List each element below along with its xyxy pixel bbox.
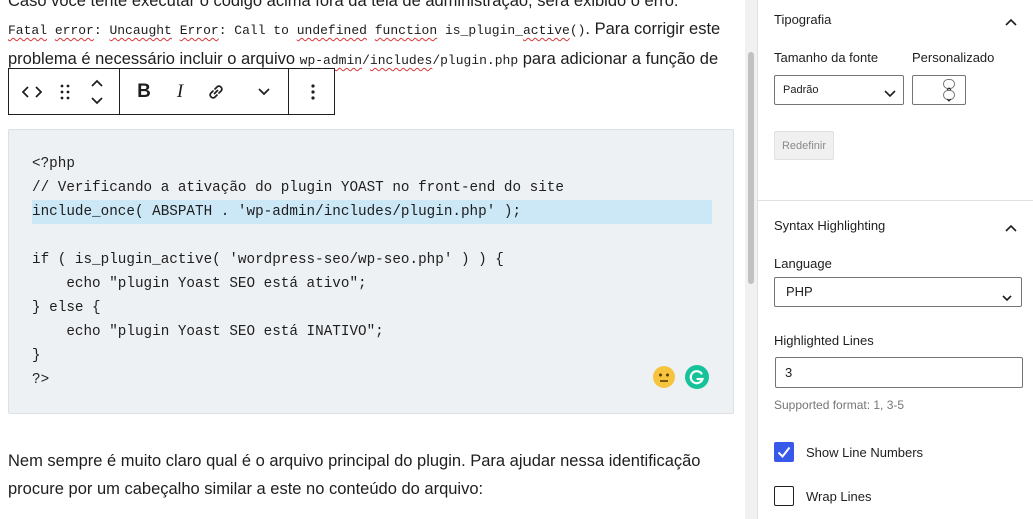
code-line: } — [32, 348, 41, 364]
code-line: <?php — [32, 156, 75, 172]
checkmark-icon — [777, 446, 791, 459]
inline-code: / — [362, 53, 370, 68]
paragraph-text: para adicionar a função de — [518, 50, 719, 68]
code-line: // Verificando a ativação do plugin YOAS… — [32, 180, 564, 196]
paragraph-block[interactable]: Nem sempre é muito claro qual é o arquiv… — [8, 447, 738, 503]
code-block[interactable]: <?php // Verificando a ativação do plugi… — [8, 129, 734, 414]
code-lines[interactable]: <?php // Verificando a ativação do plugi… — [32, 152, 712, 392]
language-label: Language — [774, 256, 832, 271]
code-line: ?> — [32, 372, 50, 388]
code-line: } else { — [32, 300, 101, 316]
paragraph-text: . Para corrigir este — [585, 20, 721, 38]
block-toolbar: B I — [8, 68, 335, 115]
toolbar-group-format: B I — [120, 69, 289, 114]
chevron-down-icon — [1001, 286, 1013, 314]
editor-canvas[interactable]: Caso você tente executar o código acima … — [0, 0, 745, 519]
bold-button[interactable]: B — [120, 69, 168, 114]
inline-code: includes — [369, 53, 433, 68]
wrap-lines-label[interactable]: Wrap Lines — [806, 489, 872, 504]
link-icon[interactable] — [192, 69, 240, 114]
scrollbar-thumb[interactable] — [748, 52, 754, 284]
editor-scrollbar[interactable] — [745, 0, 757, 519]
more-vertical-icon[interactable] — [289, 69, 337, 114]
inline-code: /plugin.php — [432, 53, 519, 68]
show-line-numbers-checkbox[interactable] — [774, 442, 794, 462]
show-line-numbers-label[interactable]: Show Line Numbers — [806, 445, 923, 460]
toolbar-group-options — [289, 69, 337, 114]
drag-handle-icon[interactable] — [55, 69, 75, 114]
custom-size-label: Personalizado — [912, 50, 995, 65]
inline-code: error — [54, 23, 94, 38]
chevron-up-icon[interactable] — [1005, 13, 1017, 31]
wrap-lines-checkbox[interactable] — [774, 486, 794, 506]
spinner-down-icon[interactable] — [943, 90, 955, 102]
paragraph-line: procure por um cabeçalho similar a este … — [8, 480, 484, 498]
toolbar-group-block — [9, 69, 120, 114]
inline-code: : Call to — [218, 23, 297, 38]
font-size-select[interactable]: Padrão — [774, 75, 904, 105]
paragraph-line: Fatal error: Uncaught Error: Call to und… — [8, 15, 738, 45]
emoji-face-icon[interactable] — [653, 366, 675, 388]
inline-code: () — [569, 23, 586, 38]
paragraph-line: Caso você tente executar o código acima … — [8, 0, 679, 10]
syntax-panel-title[interactable]: Syntax Highlighting — [774, 218, 885, 233]
paragraph-text: problema é necessário incluir o arquivo — [8, 50, 300, 68]
settings-sidebar: Tipografia Tamanho da fonte Personalizad… — [757, 0, 1033, 519]
font-size-label: Tamanho da fonte — [774, 50, 879, 65]
inline-code — [47, 23, 55, 38]
italic-button[interactable]: I — [168, 69, 192, 114]
inline-code: : — [93, 23, 110, 38]
inline-code: undefined — [296, 23, 367, 38]
code-line: echo "plugin Yoast SEO está INATIVO"; — [32, 324, 384, 340]
typography-panel-title[interactable]: Tipografia — [774, 12, 831, 27]
inline-code: active — [523, 23, 570, 38]
panel-divider — [758, 200, 1033, 201]
custom-size-input[interactable] — [912, 75, 966, 105]
code-line-highlighted: include_once( ABSPATH . 'wp-admin/includ… — [32, 200, 712, 224]
code-icon[interactable] — [9, 69, 55, 114]
paragraph-line: Nem sempre é muito claro qual é o arquiv… — [8, 452, 701, 470]
supported-format-help: Supported format: 1, 3-5 — [774, 398, 905, 412]
inline-code — [367, 23, 375, 38]
paragraph-block[interactable]: Caso você tente executar o código acima … — [8, 0, 738, 75]
inline-code: Uncaught — [109, 23, 172, 38]
code-line: echo "plugin Yoast SEO está ativo"; — [32, 276, 367, 292]
inline-code: is_plugin_ — [437, 23, 523, 38]
language-value: PHP — [786, 284, 813, 299]
chevron-down-icon — [883, 83, 897, 111]
reset-button[interactable]: Redefinir — [774, 131, 834, 160]
spinner-up-icon[interactable] — [943, 79, 955, 91]
move-up-down-icon[interactable] — [75, 69, 119, 114]
highlighted-lines-label: Highlighted Lines — [774, 333, 874, 348]
highlighted-lines-input[interactable]: 3 — [775, 357, 1023, 388]
inline-code: wp-admin — [299, 53, 363, 68]
inline-code: Error — [179, 23, 219, 38]
language-select[interactable]: PHP — [774, 277, 1022, 307]
inline-code: function — [374, 23, 438, 38]
inline-code — [172, 23, 180, 38]
code-line: if ( is_plugin_active( 'wordpress-seo/wp… — [32, 252, 504, 268]
inline-code: Fatal — [8, 23, 48, 38]
grammarly-icon[interactable] — [685, 365, 709, 389]
font-size-value: Padrão — [783, 84, 819, 96]
chevron-down-icon[interactable] — [240, 69, 288, 114]
chevron-up-icon[interactable] — [1005, 219, 1017, 237]
